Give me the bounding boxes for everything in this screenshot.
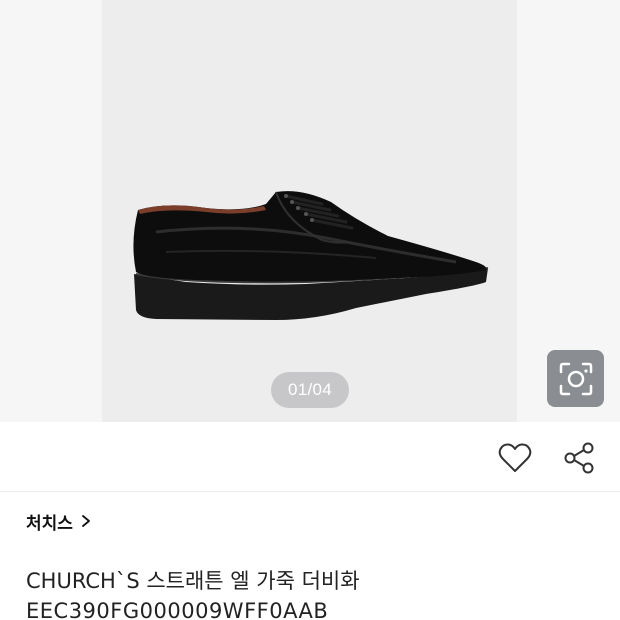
chevron-right-icon [82, 515, 90, 527]
gallery-prev-peek[interactable] [0, 0, 102, 422]
camera-search-icon [559, 362, 592, 395]
like-button[interactable] [497, 440, 533, 476]
heart-icon [498, 443, 532, 472]
share-button[interactable] [561, 440, 597, 476]
brand-link[interactable]: 처치스 [26, 508, 93, 534]
gallery-page-indicator: 01/04 [271, 372, 349, 408]
brand-name: 처치스 [26, 513, 73, 534]
product-image-gallery[interactable]: 01/04 [0, 0, 620, 422]
camera-search-button[interactable] [547, 350, 604, 407]
product-code: EEC390FG000009WFF0AAB [26, 599, 329, 620]
share-icon [564, 442, 594, 474]
product-name: CHURCH`S 스트래튼 엘 가죽 더비화 [26, 569, 360, 593]
shoe-image [133, 191, 489, 320]
